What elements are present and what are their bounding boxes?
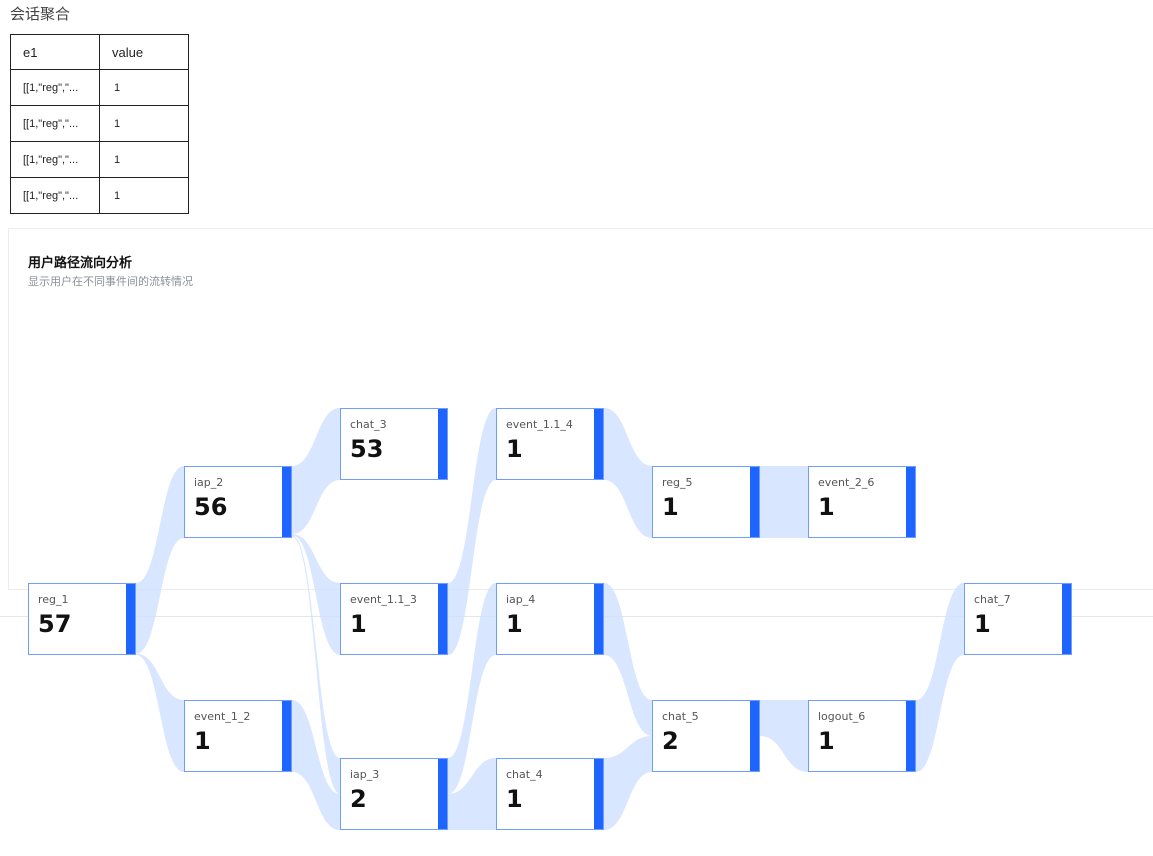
node-value: 2 bbox=[350, 785, 367, 813]
node-accent-bar bbox=[1062, 584, 1071, 654]
sankey-link-reg_5-to-event_2_6[interactable] bbox=[760, 466, 808, 538]
node-label: logout_6 bbox=[818, 710, 866, 723]
node-label: reg_5 bbox=[662, 476, 693, 489]
sankey-node-chat_7[interactable]: chat_7 1 bbox=[964, 583, 1072, 655]
node-accent-bar bbox=[282, 467, 291, 537]
sankey-node-chat_5[interactable]: chat_5 2 bbox=[652, 700, 760, 772]
sankey-link-chat_5-to-logout_6[interactable] bbox=[760, 700, 808, 772]
sankey-node-event_2_6[interactable]: event_2_6 1 bbox=[808, 466, 916, 538]
sankey-node-chat_3[interactable]: chat_3 53 bbox=[340, 408, 448, 480]
node-accent-bar bbox=[126, 584, 135, 654]
node-label: iap_4 bbox=[506, 593, 536, 606]
node-accent-bar bbox=[594, 409, 603, 479]
node-label: reg_1 bbox=[38, 593, 69, 606]
node-value: 2 bbox=[662, 727, 679, 755]
node-value: 1 bbox=[662, 493, 679, 521]
node-accent-bar bbox=[750, 701, 759, 771]
node-value: 1 bbox=[194, 727, 211, 755]
node-label: chat_5 bbox=[662, 710, 699, 723]
node-label: iap_3 bbox=[350, 768, 380, 781]
sankey-link-reg_1-to-iap_2[interactable] bbox=[136, 466, 184, 654]
node-label: chat_4 bbox=[506, 768, 543, 781]
sankey-node-iap_4[interactable]: iap_4 1 bbox=[496, 583, 604, 655]
node-value: 57 bbox=[38, 610, 72, 638]
sankey-node-chat_4[interactable]: chat_4 1 bbox=[496, 758, 604, 830]
node-value: 1 bbox=[818, 493, 835, 521]
sankey-node-reg_1[interactable]: reg_1 57 bbox=[28, 583, 136, 655]
sankey-node-event_1.1_4[interactable]: event_1.1_4 1 bbox=[496, 408, 604, 480]
node-value: 1 bbox=[506, 610, 523, 638]
node-value: 1 bbox=[350, 610, 367, 638]
node-value: 53 bbox=[350, 435, 384, 463]
node-label: chat_3 bbox=[350, 418, 387, 431]
node-label: chat_7 bbox=[974, 593, 1011, 606]
sankey-link-reg_1-to-event_1_2[interactable] bbox=[136, 653, 184, 772]
sankey-node-iap_3[interactable]: iap_3 2 bbox=[340, 758, 448, 830]
sankey-node-logout_6[interactable]: logout_6 1 bbox=[808, 700, 916, 772]
node-value: 1 bbox=[974, 610, 991, 638]
sankey-node-reg_5[interactable]: reg_5 1 bbox=[652, 466, 760, 538]
node-accent-bar bbox=[906, 701, 915, 771]
node-accent-bar bbox=[906, 467, 915, 537]
node-value: 1 bbox=[818, 727, 835, 755]
sankey-link-iap_2-to-chat_3[interactable] bbox=[292, 408, 340, 535]
node-accent-bar bbox=[438, 759, 447, 829]
sankey-node-event_1.1_3[interactable]: event_1.1_3 1 bbox=[340, 583, 448, 655]
node-label: event_2_6 bbox=[818, 476, 875, 489]
sankey-link-logout_6-to-chat_7[interactable] bbox=[916, 583, 964, 772]
node-label: event_1_2 bbox=[194, 710, 251, 723]
node-accent-bar bbox=[750, 467, 759, 537]
node-accent-bar bbox=[282, 701, 291, 771]
sankey-node-iap_2[interactable]: iap_2 56 bbox=[184, 466, 292, 538]
node-accent-bar bbox=[438, 409, 447, 479]
sankey-link-iap_4-to-chat_5[interactable] bbox=[604, 583, 652, 736]
sankey-link-event_1.1_4-to-reg_5[interactable] bbox=[604, 408, 652, 538]
sankey-link-iap_2-to-event_1.1_3[interactable] bbox=[292, 534, 340, 655]
node-label: iap_2 bbox=[194, 476, 224, 489]
node-value: 56 bbox=[194, 493, 228, 521]
node-accent-bar bbox=[594, 759, 603, 829]
node-accent-bar bbox=[594, 584, 603, 654]
sankey-link-chat_4-to-chat_5[interactable] bbox=[604, 736, 652, 830]
node-value: 1 bbox=[506, 435, 523, 463]
node-label: event_1.1_4 bbox=[506, 418, 573, 431]
node-label: event_1.1_3 bbox=[350, 593, 417, 606]
node-value: 1 bbox=[506, 785, 523, 813]
node-accent-bar bbox=[438, 584, 447, 654]
sankey-node-event_1_2[interactable]: event_1_2 1 bbox=[184, 700, 292, 772]
